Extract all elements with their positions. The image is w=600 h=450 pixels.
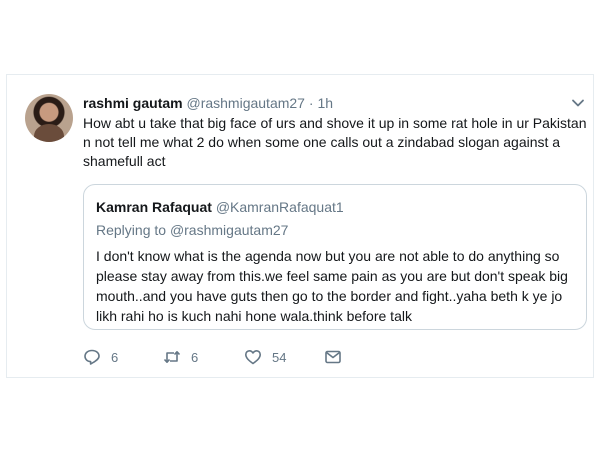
like-icon [245,350,261,365]
tweet-card[interactable]: rashmi gautam @rashmigautam27 · 1h How a… [6,74,594,378]
tweet-text-line: shamefull act [83,153,166,169]
replying-to: Replying to @rashmigautam27 [96,222,288,238]
tweet-text-line: How abt u take that big face of urs and … [83,115,587,131]
tweet-time[interactable]: 1h [317,95,333,111]
quoted-text-line: please stay away from this.we feel same … [96,268,568,284]
quoted-tweet[interactable]: Kamran Rafaquat @KamranRafaquat1 Replyin… [83,184,587,330]
tweet-actions: 6 6 54 [83,346,363,368]
reply-button[interactable]: 6 [83,346,118,368]
avatar[interactable] [25,94,73,142]
separator-dot: · [308,95,314,111]
chevron-down-icon[interactable] [570,95,586,111]
like-button[interactable]: 54 [244,346,286,368]
tweet-text: How abt u take that big face of urs and … [83,114,588,171]
tweet-text-line: n not tell me what 2 do when some one ca… [83,134,561,150]
message-icon [325,350,341,364]
quoted-user-handle: @KamranRafaquat1 [215,199,344,215]
quoted-text-line: mouth..and you have guts then go to the … [96,288,563,304]
quoted-text-line: I don't know what is the agenda now but … [96,248,560,264]
quoted-text-line: likh rahi ho is kuch nahi hone wala.thin… [96,308,412,324]
reply-count: 6 [111,349,119,365]
quoted-tweet-text: I don't know what is the agenda now but … [96,246,568,326]
direct-message-button[interactable] [324,346,342,368]
retweet-count: 6 [191,349,199,365]
quoted-display-name: Kamran Rafaquat [96,199,212,215]
like-count: 54 [272,349,287,365]
quoted-tweet-header: Kamran Rafaquat @KamranRafaquat1 [96,199,344,215]
replying-to-handle[interactable]: @rashmigautam27 [170,222,289,238]
user-handle[interactable]: @rashmigautam27 [186,95,305,111]
display-name[interactable]: rashmi gautam [83,95,183,111]
retweet-icon [163,351,181,363]
retweet-button[interactable]: 6 [163,346,198,368]
tweet-header: rashmi gautam @rashmigautam27 · 1h [83,95,333,111]
replying-to-label: Replying to [96,222,170,238]
reply-icon [84,349,100,365]
